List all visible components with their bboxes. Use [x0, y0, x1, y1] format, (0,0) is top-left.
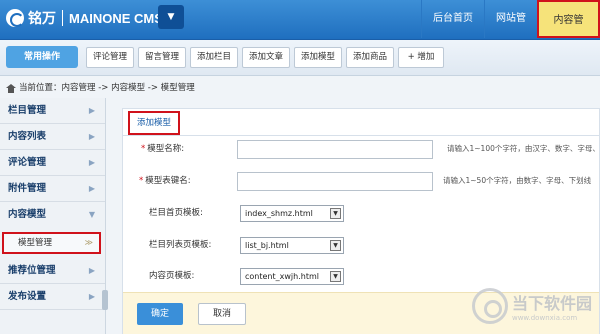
model-name-input[interactable]: [237, 140, 433, 159]
index-template-row: 栏目首页模板: index_shmz.html ▼: [123, 198, 599, 228]
cancel-button[interactable]: 取消: [198, 303, 246, 325]
top-nav: 后台首页 网站管理 内容管理: [421, 0, 600, 64]
sidebar-item-label: 发布设置: [8, 291, 47, 302]
sidebar-item-label: 栏目管理: [8, 105, 47, 116]
chevron-right-icon: ▶: [88, 132, 95, 141]
add-shortcut-button[interactable]: + 增加: [398, 47, 444, 68]
sidebar-item-label: 附件管理: [8, 183, 47, 194]
sidebar-item-content-list[interactable]: 内容列表 ▶: [0, 124, 105, 150]
sidebar-collapse-handle[interactable]: [102, 290, 108, 310]
sidebar-item-publish-settings[interactable]: 发布设置 ▶: [0, 284, 105, 310]
chevron-down-icon: ▼: [167, 12, 175, 22]
common-actions-label: 常用操作: [6, 46, 78, 68]
watermark-logo-icon: [471, 288, 508, 324]
dropdown-arrow-icon: ▼: [330, 208, 341, 219]
list-template-label: 栏目列表页模板:: [149, 240, 212, 250]
add-product-button[interactable]: 添加商品: [346, 47, 394, 68]
index-template-label: 栏目首页模板:: [149, 208, 203, 218]
sidebar-item-label: 内容列表: [8, 131, 47, 142]
logo-cn: 铭万: [28, 11, 56, 27]
header-bar: 铭万 MAINONE CMS ▼ 后台首页 网站管理 内容管理: [0, 0, 600, 64]
chevron-right-icon: ▶: [88, 184, 95, 193]
add-article-button[interactable]: 添加文章: [242, 47, 290, 68]
chevron-right-icon: ▶: [88, 292, 95, 301]
system-dropdown-button[interactable]: ▼: [158, 5, 184, 29]
list-template-select[interactable]: list_bj.html ▼: [240, 237, 344, 254]
chevron-right-icon: ▶: [88, 106, 95, 115]
table-name-row: * 模型表键名: 请输入1~50个字符，由数字、字母、下划线: [123, 166, 599, 196]
sidebar-item-content-model[interactable]: 内容模型 ▼: [0, 202, 105, 234]
dropdown-arrow-icon: ▼: [330, 240, 341, 251]
content-template-label: 内容页模板:: [149, 271, 195, 281]
model-name-row: * 模型名称: 请输入1~100个字符，由汉字、数字、字母、: [123, 134, 600, 164]
content-template-select[interactable]: content_xwjh.html ▼: [240, 268, 344, 285]
add-model-button[interactable]: 添加模型: [294, 47, 342, 68]
sidebar: 栏目管理 ▶ 内容列表 ▶ 评论管理 ▶ 附件管理 ▶ 内容模型 ▼ 模型管理 …: [0, 98, 106, 334]
sidebar-item-column-management[interactable]: 栏目管理 ▶: [0, 98, 105, 124]
table-name-input[interactable]: [237, 172, 433, 191]
sidebar-item-attachment-management[interactable]: 附件管理 ▶: [0, 176, 105, 202]
home-icon: [6, 83, 16, 93]
watermark-text: 当下软件园 www.downxia.com: [511, 294, 592, 322]
nav-content-management[interactable]: 内容管理: [537, 0, 600, 64]
sidebar-item-recommend-management[interactable]: 推荐位管理 ▶: [0, 258, 105, 284]
watermark: 当下软件园 www.downxia.com: [471, 283, 592, 329]
nav-admin-home[interactable]: 后台首页: [421, 0, 484, 38]
table-name-label: * 模型表键名:: [139, 176, 191, 186]
logo-en: MAINONE CMS: [69, 10, 163, 26]
sidebar-item-comment-management[interactable]: 评论管理 ▶: [0, 150, 105, 176]
breadcrumb: 当前位置：内容管理 -> 内容模型 -> 模型管理: [0, 78, 600, 98]
sidebar-subitem-model-management[interactable]: 模型管理 ≫: [2, 232, 101, 254]
comment-manage-button[interactable]: 评论管理: [86, 47, 134, 68]
double-chevron-right-icon: ≫: [84, 238, 93, 247]
logo-icon: [6, 9, 24, 27]
model-name-hint: 请输入1~100个字符，由汉字、数字、字母、: [447, 144, 600, 153]
quick-toolbar: 常用操作 评论管理 留言管理 添加栏目 添加文章 添加模型 添加商品 + 增加: [0, 40, 600, 76]
breadcrumb-text: 当前位置：内容管理 -> 内容模型 -> 模型管理: [19, 83, 195, 93]
index-template-select[interactable]: index_shmz.html ▼: [240, 205, 344, 222]
table-name-hint: 请输入1~50个字符，由数字、字母、下划线: [443, 176, 592, 185]
required-mark: *: [141, 144, 146, 154]
chevron-down-icon: ▼: [88, 210, 95, 219]
confirm-button[interactable]: 确定: [137, 303, 183, 325]
list-template-row: 栏目列表页模板: list_bj.html ▼: [123, 230, 599, 260]
model-name-label: * 模型名称:: [141, 144, 185, 154]
sidebar-item-label: 推荐位管理: [8, 265, 56, 276]
sidebar-item-label: 内容模型: [8, 209, 47, 220]
brand-logo[interactable]: 铭万 MAINONE CMS: [6, 0, 163, 36]
chevron-right-icon: ▶: [88, 266, 95, 275]
chevron-right-icon: ▶: [88, 158, 95, 167]
required-mark: *: [139, 176, 144, 186]
dropdown-arrow-icon: ▼: [330, 271, 341, 282]
tab-add-model[interactable]: 添加模型: [128, 111, 180, 135]
add-column-button[interactable]: 添加栏目: [190, 47, 238, 68]
nav-site-management[interactable]: 网站管理: [484, 0, 537, 62]
message-manage-button[interactable]: 留言管理: [138, 47, 186, 68]
sidebar-item-label: 评论管理: [8, 157, 47, 168]
sidebar-subitem-label: 模型管理: [18, 238, 53, 248]
logo-divider: [62, 10, 63, 26]
